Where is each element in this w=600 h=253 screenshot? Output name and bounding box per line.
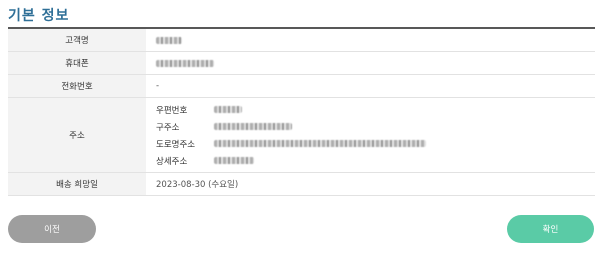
mobile-row: 휴대폰 [8,52,595,75]
masked-text [156,36,182,44]
masked-text [214,140,426,147]
confirm-button[interactable]: 확인 [507,215,594,243]
postal-label: 우편번호 [156,105,188,116]
address-label: 주소 [8,98,146,172]
masked-text [156,59,214,67]
old-address-line: 구주소 [156,118,292,135]
postal-line: 우편번호 [156,101,242,118]
mobile-value [146,52,595,74]
phone-label: 전화번호 [8,75,146,97]
masked-text [214,123,292,130]
customer-row: 고객명 [8,29,595,52]
detail-address-line: 상세주소 [156,152,254,169]
masked-text [214,157,254,164]
old-address-label: 구주소 [156,122,180,133]
customer-label: 고객명 [8,29,146,51]
address-row: 주소 우편번호 구주소 도로명주소 상세주소 [8,98,595,173]
detail-address-label: 상세주소 [156,156,188,167]
phone-row: 전화번호 - [8,75,595,98]
date-row: 배송 희망일 2023-08-30 (수요일) [8,173,595,196]
road-address-line: 도로명주소 [156,135,426,152]
customer-value [146,29,595,51]
date-value: 2023-08-30 (수요일) [156,180,239,190]
info-table: 고객명 휴대폰 전화번호 - 주소 우편번호 구주소 도로명주소 상세주소 배송… [8,27,595,196]
phone-value: - [156,81,160,91]
date-label: 배송 희망일 [8,173,146,195]
section-title: 기본 정보 [8,8,70,24]
mobile-label: 휴대폰 [8,52,146,74]
address-value: 우편번호 구주소 도로명주소 상세주소 [146,98,595,172]
prev-button[interactable]: 이전 [8,215,96,243]
masked-text [214,106,242,113]
road-address-label: 도로명주소 [156,139,196,150]
